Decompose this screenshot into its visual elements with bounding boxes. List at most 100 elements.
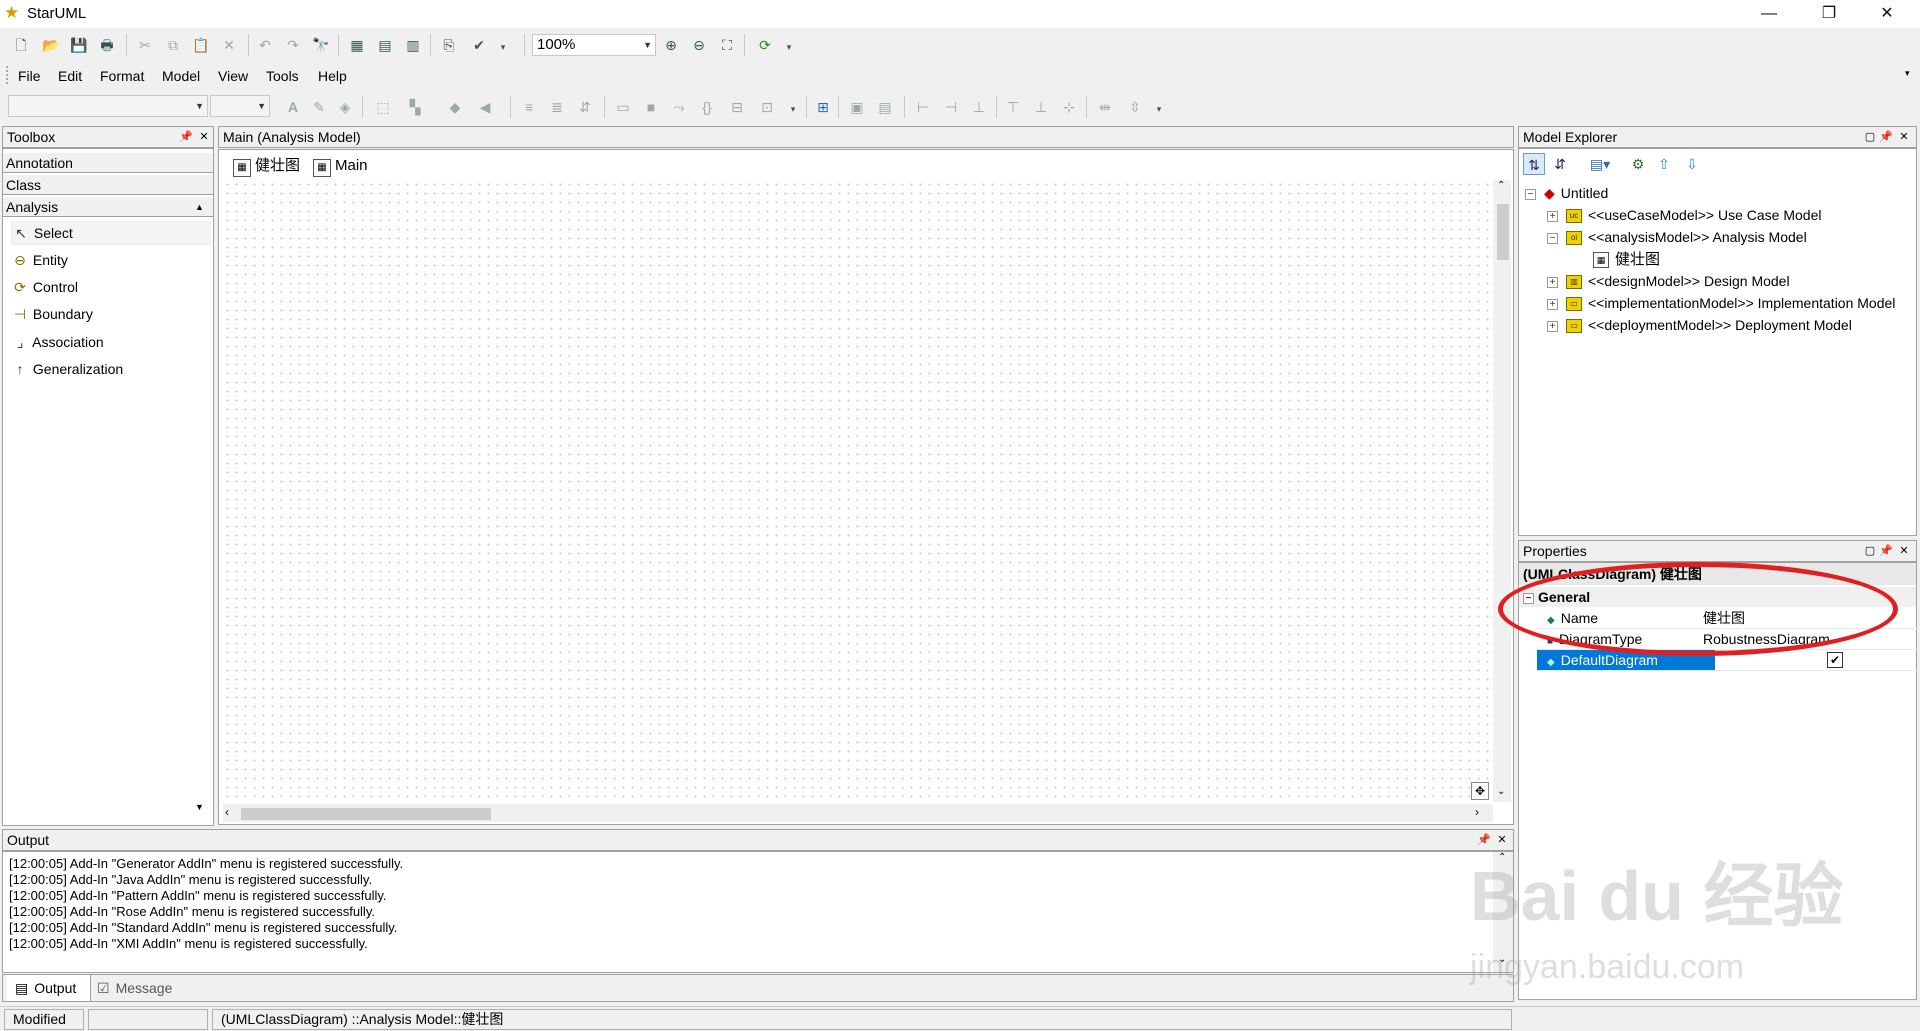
zoom-select[interactable]: 100% ▼ [532, 34, 656, 56]
bring-front-icon[interactable]: ■ [640, 96, 662, 118]
layout-icon[interactable]: ⊞ [812, 96, 834, 118]
move-down-icon[interactable]: ⇩ [1681, 153, 1703, 175]
undo-icon[interactable]: ↶ [254, 34, 276, 56]
font-size-select[interactable]: ▼ [210, 95, 270, 117]
tab-message[interactable]: ☑ Message [97, 975, 172, 1001]
minimize-button[interactable]: — [1746, 0, 1792, 28]
expand-icon[interactable]: + [1547, 320, 1558, 332]
tool-control[interactable]: ⟳ Control [11, 276, 211, 300]
tool-select[interactable]: ↖ Select [11, 221, 211, 245]
tool-generalization[interactable]: ↑ Generalization [11, 358, 211, 382]
export-icon[interactable]: ⎘ [438, 34, 460, 56]
filter-icon[interactable]: ⚙ [1627, 153, 1649, 175]
toolbox-category-annotation[interactable]: Annotation [3, 153, 213, 173]
align-top-icon[interactable]: ⊤ [1002, 96, 1024, 118]
tree-root[interactable]: − ◆ Untitled [1525, 183, 1608, 203]
scroll-thumb[interactable] [241, 808, 491, 820]
tree-node-design-model[interactable]: + ▥ <<designModel>> Design Model [1547, 271, 1790, 291]
scroll-down-icon[interactable]: ▼ [195, 802, 204, 812]
chevron-down-icon[interactable]: ▾ [778, 36, 800, 58]
space-horizontal-icon[interactable]: ⇹ [1094, 96, 1116, 118]
pin-icon[interactable]: 📌 [1879, 541, 1893, 561]
scroll-left-icon[interactable]: ‹ [225, 805, 229, 819]
send-back-icon[interactable]: ▭ [612, 96, 634, 118]
chevron-down-icon[interactable]: ▾ [1148, 98, 1170, 120]
copy-icon[interactable]: ⧉ [162, 34, 184, 56]
menu-tools[interactable]: Tools [266, 68, 299, 84]
maximize-icon[interactable]: ▢ [1863, 127, 1877, 147]
restore-button[interactable]: ❐ [1806, 0, 1852, 28]
scroll-down-icon[interactable]: ⌄ [1497, 786, 1505, 797]
group-icon[interactable]: ▣ [846, 96, 868, 118]
paste-icon[interactable]: 📋 [190, 34, 212, 56]
align-middle-icon[interactable]: ⊹ [1058, 96, 1080, 118]
font-select[interactable]: ▼ [8, 95, 208, 117]
chevron-down-icon[interactable]: ▾ [492, 36, 514, 58]
close-icon[interactable]: ✕ [1897, 127, 1911, 147]
pin-icon[interactable]: 📌 [179, 127, 193, 147]
print-icon[interactable]: 🖶 [96, 34, 118, 56]
diagram-canvas[interactable] [223, 180, 1491, 802]
property-row-diagramtype[interactable]: ■ DiagramType RobustnessDiagram [1537, 629, 1917, 650]
toolbox-category-analysis[interactable]: Analysis ▲ [3, 197, 213, 217]
toolbox-category-class[interactable]: Class [3, 175, 213, 195]
auto-resize-icon[interactable]: ◀ [474, 96, 496, 118]
ops-icon[interactable]: ⊡ [756, 96, 778, 118]
sort-kind-icon[interactable]: ⇵ [1549, 153, 1571, 175]
move-up-icon[interactable]: ⇧ [1653, 153, 1675, 175]
menu-format[interactable]: Format [100, 68, 144, 84]
bracket-icon[interactable]: {} [696, 96, 718, 118]
cut-icon[interactable]: ✂ [134, 34, 156, 56]
tool-boundary[interactable]: ⊣ Boundary [11, 303, 211, 327]
add-element-icon[interactable]: ▤▾ [1589, 153, 1611, 175]
redo-icon[interactable]: ↷ [282, 34, 304, 56]
vertical-scrollbar[interactable]: ⌃ ⌄ [1493, 180, 1511, 802]
show-attrs-icon[interactable]: ≣ [546, 96, 568, 118]
close-button[interactable]: ✕ [1864, 0, 1910, 28]
align-left-icon[interactable]: ⊢ [912, 96, 934, 118]
close-icon[interactable]: ✕ [197, 127, 211, 147]
collapse-icon[interactable]: ⇵ [574, 96, 596, 118]
fill-color-icon[interactable]: ◈ [334, 96, 356, 118]
space-vertical-icon[interactable]: ⇳ [1124, 96, 1146, 118]
route-icon[interactable]: ⤳ [668, 96, 690, 118]
maximize-icon[interactable]: ▢ [1863, 541, 1877, 561]
property-row-defaultdiagram[interactable]: ◆ DefaultDiagram ✔ [1537, 650, 1917, 671]
chevron-down-icon[interactable]: ▾ [782, 98, 804, 120]
line-color-icon[interactable]: ✎ [308, 96, 330, 118]
find-icon[interactable]: 🔭 [310, 34, 332, 56]
expand-icon[interactable]: + [1547, 298, 1558, 310]
add-diagram-icon[interactable]: ▦ [346, 34, 368, 56]
tree-node-analysis-model[interactable]: − oi <<analysisModel>> Analysis Model [1547, 227, 1807, 247]
property-row-name[interactable]: ◆ Name 健壮图 [1537, 608, 1917, 629]
diagram-props-icon[interactable]: ▤ [374, 34, 396, 56]
default-diagram-checkbox[interactable]: ✔ [1827, 652, 1843, 668]
menu-help[interactable]: Help [318, 68, 347, 84]
property-value[interactable]: 健壮图 [1703, 608, 1745, 628]
expand-icon[interactable]: + [1547, 210, 1558, 222]
scroll-up-icon[interactable]: ▲ [195, 197, 204, 217]
suppress-icon[interactable]: ◆ [444, 96, 466, 118]
scroll-right-icon[interactable]: › [1475, 805, 1479, 819]
delete-icon[interactable]: ✕ [218, 34, 240, 56]
zoom-out-icon[interactable]: ⊖ [688, 34, 710, 56]
tree-node-usecase-model[interactable]: + uc <<useCaseModel>> Use Case Model [1547, 205, 1821, 225]
show-ops-icon[interactable]: ≡ [518, 96, 540, 118]
tab-robustness-diagram[interactable]: ▦ 健壮图 [233, 156, 300, 177]
horizontal-scrollbar[interactable]: ‹ › [223, 804, 1493, 822]
sort-icon[interactable]: ⇅ [1523, 153, 1545, 175]
tool-entity[interactable]: ⊖ Entity [11, 249, 211, 273]
tool-association[interactable]: ⌟ Association [11, 331, 211, 355]
scroll-thumb[interactable] [1497, 204, 1509, 260]
collapse-icon[interactable]: − [1525, 188, 1536, 200]
collapse-icon[interactable]: − [1547, 232, 1558, 244]
zoom-in-icon[interactable]: ⊕ [660, 34, 682, 56]
navigator-icon[interactable]: ✥ [1471, 782, 1489, 800]
diagram-edit-icon[interactable]: ▥ [402, 34, 424, 56]
align-bottom-icon[interactable]: ⊥ [1030, 96, 1052, 118]
scroll-up-icon[interactable]: ⌃ [1497, 180, 1505, 191]
tree-node-deployment-model[interactable]: + ▭ <<deploymentModel>> Deployment Model [1547, 315, 1852, 335]
refresh-icon[interactable]: ⟳ [754, 34, 776, 56]
verify-icon[interactable]: ✔ [468, 34, 490, 56]
attr-icon[interactable]: ⊟ [726, 96, 748, 118]
